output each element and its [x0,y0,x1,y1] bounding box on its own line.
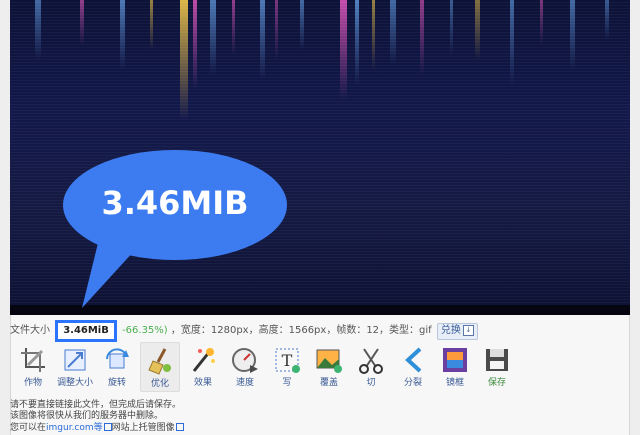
external-link-icon [103,423,112,431]
rotate-icon [106,348,129,369]
tool-overlay-label: 覆盖 [319,378,338,388]
footer-line-2: 该图像将很快从我们的服务器中删除。 [10,411,164,421]
convert-button-label: 兑换 [440,324,461,336]
speed-icon [232,348,258,373]
footer-line-1: 请不要直接链接此文件，但完成后请保存。 [10,400,182,410]
scissors-icon [359,348,383,374]
external-link-icon-2 [175,423,184,431]
tool-split[interactable]: 分裂 [394,342,432,390]
tool-overlay[interactable]: 覆盖 [310,342,348,390]
tool-optimize[interactable]: 优化 [140,342,180,392]
tool-resize-label: 调整大小 [56,378,93,388]
file-dimensions-info: ，宽度：1280px，高度：1566px，帧数：12，类型：gif [170,325,432,336]
footer-line-3: 您可以在imgur.com等 网站上托管图像 [10,422,184,434]
file-size-prefix: 文件大小 [10,325,50,336]
footer-notice: 请不要直接链接此文件，但完成后请保存。 该图像将很快从我们的服务器中删除。 您可… [10,400,184,434]
tool-speed-label: 速度 [235,378,254,388]
tool-cut-label: 切 [366,378,376,388]
file-info-line: 文件大小 3.46MiB -66.35%) ，宽度：1280px，高度：1566… [10,320,478,342]
size-reduction-percent: -66.35%) [122,325,168,336]
tool-save[interactable]: 保存 [478,342,516,390]
tool-frame[interactable]: 镜框 [436,342,474,390]
tool-split-label: 分裂 [403,378,422,388]
download-icon: ↓ [462,325,474,336]
tool-cut[interactable]: 切 [352,342,390,390]
split-icon [405,347,422,373]
broom-icon [148,348,171,375]
tool-effects[interactable]: 效果 [184,342,222,390]
edit-toolbar: 作物 调整大小 旋转 优化 效果 速度 T 写 覆盖 切 分裂 镜框 保存 [14,342,516,392]
overlay-icon [316,349,342,373]
right-border [629,0,640,435]
speech-bubble-text: 3.46MIB [101,184,249,222]
convert-button[interactable]: 兑换 ↓ [436,322,478,340]
file-size-value: 3.46MiB [55,320,117,342]
tool-resize[interactable]: 调整大小 [56,342,94,390]
save-icon [486,349,508,371]
tool-crop[interactable]: 作物 [14,342,52,390]
footer-line-3-prefix: 您可以在 [10,423,47,433]
magic-wand-icon [192,348,215,372]
footer-line-3-suffix: 网站上托管图像 [111,423,175,433]
resize-icon [64,349,86,371]
tool-effects-label: 效果 [193,378,212,388]
editor-frame: 3.46MIB 文件大小 3.46MiB -66.35%) ，宽度：1280px… [0,0,640,435]
frame-icon [443,348,467,372]
tool-speed[interactable]: 速度 [226,342,264,390]
tool-write[interactable]: T 写 [268,342,306,390]
tool-rotate-label: 旋转 [107,378,126,388]
tool-write-label: 写 [282,378,292,388]
tool-save-label: 保存 [487,378,506,388]
imgur-link[interactable]: imgur.com等 [46,423,103,433]
text-icon: T [275,348,300,373]
tool-optimize-label: 优化 [150,379,169,389]
tool-frame-label: 镜框 [445,378,464,388]
speech-bubble [63,150,287,308]
crop-icon [21,348,45,372]
svg-text:T: T [282,351,293,370]
tool-rotate[interactable]: 旋转 [98,342,136,390]
tool-crop-label: 作物 [23,378,42,388]
